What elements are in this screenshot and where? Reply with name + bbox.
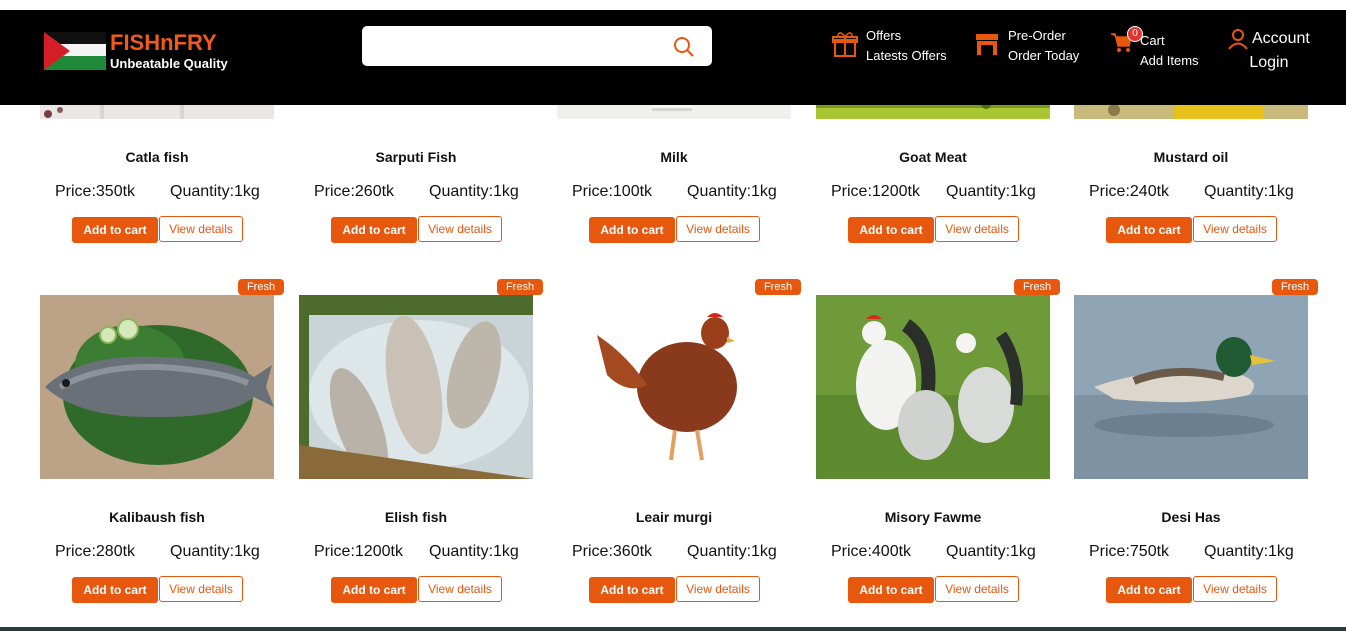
product-price: Price:260tk xyxy=(314,183,395,200)
logo[interactable]: FISHnFRY Unbeatable Quality xyxy=(40,28,228,74)
product-price: Price:1200tk xyxy=(831,183,920,200)
fresh-badge: Fresh xyxy=(1014,279,1060,295)
nav-cart[interactable]: 0 Cart Add Items xyxy=(1110,26,1199,71)
product-quantity: Quantity:1kg xyxy=(429,183,519,200)
product-title: Sarputi Fish xyxy=(375,149,457,165)
offers-label: Offers xyxy=(866,28,902,43)
product-title: Desi Has xyxy=(1161,509,1221,525)
product-title: Kalibaush fish xyxy=(109,509,205,525)
view-details-button[interactable]: View details xyxy=(159,216,243,242)
view-details-button[interactable]: View details xyxy=(676,576,760,602)
view-details-button[interactable]: View details xyxy=(1193,216,1277,242)
offers-sublabel: Latests Offers xyxy=(866,48,947,63)
add-to-cart-button[interactable]: Add to cart xyxy=(72,577,158,603)
add-to-cart-button[interactable]: Add to cart xyxy=(72,217,158,243)
product-title: Mustard oil xyxy=(1153,149,1229,165)
preorder-label: Pre-Order xyxy=(1008,28,1066,43)
add-to-cart-button[interactable]: Add to cart xyxy=(848,217,934,243)
product-price: Price:100tk xyxy=(572,183,653,200)
flag-icon xyxy=(40,28,108,74)
product-quantity: Quantity:1kg xyxy=(946,543,1036,560)
product-quantity: Quantity:1kg xyxy=(170,183,260,200)
product-price: Price:350tk xyxy=(55,183,136,200)
gift-icon xyxy=(832,30,858,58)
view-details-button[interactable]: View details xyxy=(1193,576,1277,602)
product-price: Price:280tk xyxy=(55,543,136,560)
fresh-badge: Fresh xyxy=(497,279,543,295)
brand-name: FISHnFRY xyxy=(110,30,217,55)
user-icon xyxy=(1228,29,1248,50)
view-details-button[interactable]: View details xyxy=(935,216,1019,242)
product-quantity: Quantity:1kg xyxy=(946,183,1036,200)
cart-count-badge: 0 xyxy=(1127,26,1143,42)
cart-label: Cart xyxy=(1140,33,1165,48)
product-price: Price:400tk xyxy=(831,543,912,560)
nav-preorder[interactable]: Pre-Order Order Today xyxy=(974,26,1079,66)
product-title: Leair murgi xyxy=(635,509,713,525)
login-link[interactable]: Login xyxy=(1228,54,1310,72)
product-title: Goat Meat xyxy=(899,149,967,165)
product-title: Misory Fawme xyxy=(884,509,982,525)
view-details-button[interactable]: View details xyxy=(418,216,502,242)
cart-icon: 0 xyxy=(1110,26,1143,58)
product-price: Price:360tk xyxy=(572,543,653,560)
search-bar xyxy=(362,26,712,66)
product-image[interactable] xyxy=(557,295,791,479)
view-details-button[interactable]: View details xyxy=(159,576,243,602)
view-details-button[interactable]: View details xyxy=(418,576,502,602)
product-price: Price:1200tk xyxy=(314,543,403,560)
product-quantity: Quantity:1kg xyxy=(687,183,777,200)
fresh-badge: Fresh xyxy=(238,279,284,295)
search-input[interactable] xyxy=(372,32,662,60)
fresh-badge: Fresh xyxy=(1272,279,1318,295)
add-to-cart-button[interactable]: Add to cart xyxy=(1106,577,1192,603)
product-price: Price:750tk xyxy=(1089,543,1170,560)
cart-sublabel: Add Items xyxy=(1140,53,1199,68)
product-quantity: Quantity:1kg xyxy=(687,543,777,560)
view-details-button[interactable]: View details xyxy=(935,576,1019,602)
nav-offers[interactable]: Offers Latests Offers xyxy=(832,26,947,66)
preorder-sublabel: Order Today xyxy=(1008,48,1080,63)
product-title: Elish fish xyxy=(384,509,448,525)
add-to-cart-button[interactable]: Add to cart xyxy=(589,577,675,603)
store-icon xyxy=(974,30,1000,58)
product-image[interactable] xyxy=(1074,295,1308,479)
product-title: Milk xyxy=(660,149,688,165)
top-strip xyxy=(0,0,1346,10)
product-quantity: Quantity:1kg xyxy=(429,543,519,560)
add-to-cart-button[interactable]: Add to cart xyxy=(331,217,417,243)
add-to-cart-button[interactable]: Add to cart xyxy=(848,577,934,603)
add-to-cart-button[interactable]: Add to cart xyxy=(331,577,417,603)
product-quantity: Quantity:1kg xyxy=(1204,183,1294,200)
product-quantity: Quantity:1kg xyxy=(170,543,260,560)
product-quantity: Quantity:1kg xyxy=(1204,543,1294,560)
account-label: Account xyxy=(1252,30,1310,47)
product-image[interactable] xyxy=(40,295,274,479)
fresh-badge: Fresh xyxy=(755,279,801,295)
product-image[interactable] xyxy=(299,295,533,479)
view-details-button[interactable]: View details xyxy=(676,216,760,242)
navbar: FISHnFRY Unbeatable Quality Offers Lates… xyxy=(0,10,1346,105)
add-to-cart-button[interactable]: Add to cart xyxy=(1106,217,1192,243)
nav-account[interactable]: Account Login xyxy=(1228,28,1310,72)
brand-tagline: Unbeatable Quality xyxy=(110,56,228,71)
product-image[interactable] xyxy=(816,295,1050,479)
add-to-cart-button[interactable]: Add to cart xyxy=(589,217,675,243)
product-price: Price:240tk xyxy=(1089,183,1170,200)
bottom-strip xyxy=(0,627,1346,631)
search-icon[interactable] xyxy=(672,35,696,59)
product-title: Catla fish xyxy=(125,149,189,165)
